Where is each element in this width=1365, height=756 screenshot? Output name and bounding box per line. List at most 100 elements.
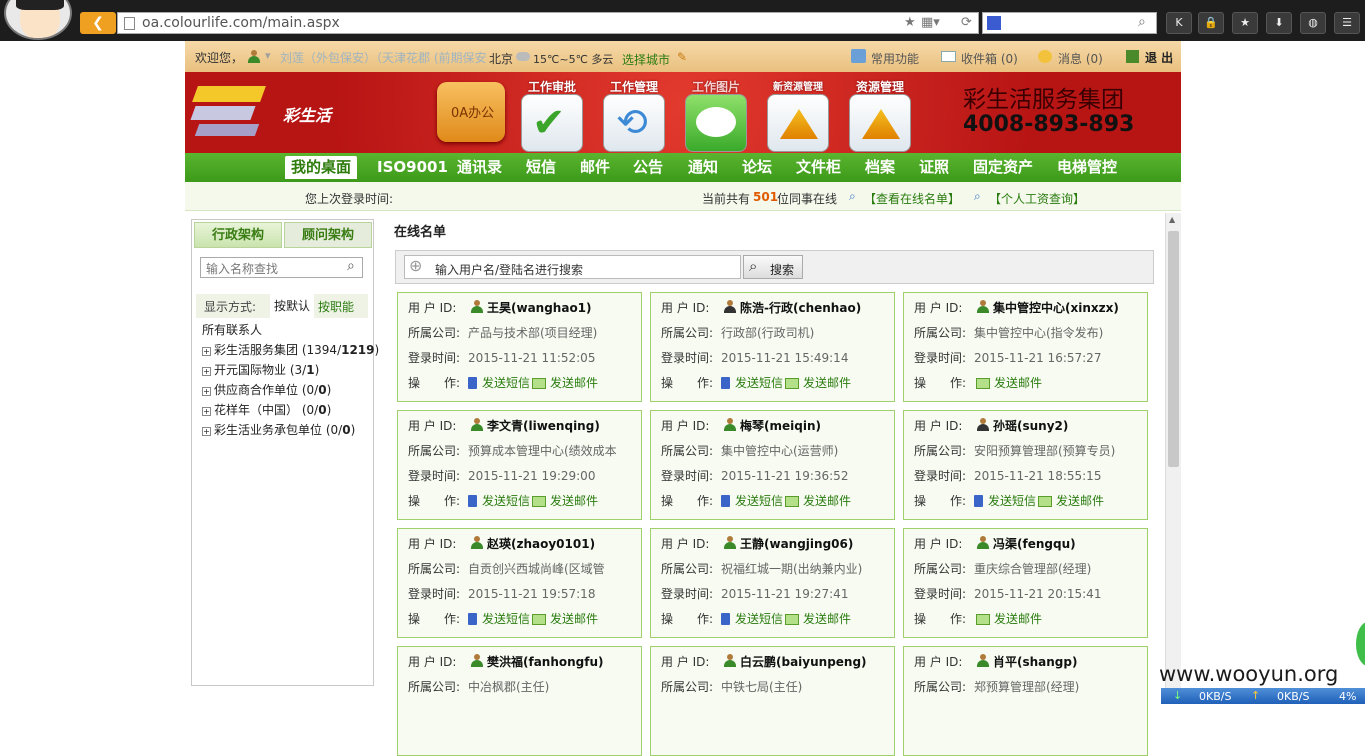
dropdown-icon[interactable]: ▾ xyxy=(265,49,271,62)
send-mail-link[interactable]: 发送邮件 xyxy=(550,376,598,390)
lock-icon[interactable]: 🔒 xyxy=(1198,12,1224,34)
send-mail-link[interactable]: 发送邮件 xyxy=(803,612,851,626)
nav-file-cabinet[interactable]: 文件柜 xyxy=(796,156,841,179)
user-name[interactable]: 陈浩-行政(chenhao) xyxy=(740,301,861,315)
user-name[interactable]: 集中管控中心(xinxzx) xyxy=(993,301,1119,315)
send-sms-link[interactable]: 发送短信 xyxy=(735,376,783,390)
user-search-input[interactable]: ⊕ 输入用户名/登陆名进行搜索 xyxy=(404,255,741,279)
tree-node[interactable]: + 彩生活业务承包单位 (0/0) xyxy=(202,421,355,438)
user-name[interactable]: 肖平(shangp) xyxy=(993,655,1077,669)
nav-notice[interactable]: 通知 xyxy=(688,156,718,179)
expand-icon[interactable]: + xyxy=(202,427,211,436)
user-name[interactable]: 冯渠(fengqu) xyxy=(993,537,1076,551)
logout-link[interactable]: 退 出 xyxy=(1145,49,1173,66)
user-name[interactable]: 白云鹏(baiyunpeng) xyxy=(740,655,867,669)
send-sms-link[interactable]: 发送短信 xyxy=(482,494,530,508)
nav-contacts[interactable]: 通讯录 xyxy=(457,156,502,179)
star-icon[interactable]: ★ xyxy=(904,15,916,30)
expand-icon[interactable]: + xyxy=(202,387,211,396)
inbox-link[interactable]: 收件箱 (0) xyxy=(961,50,1018,67)
browser-toolbar: ❮ oa.colourlife.com/main.aspx ★ ▦▾ ⟳ ⌕ K… xyxy=(0,0,1365,41)
address-bar[interactable]: oa.colourlife.com/main.aspx ★ ▦▾ ⟳ xyxy=(117,12,979,34)
tree-node[interactable]: + 供应商合作单位 (0/0) xyxy=(202,381,331,398)
contact-search-input[interactable]: 输入名称查找 ⌕ xyxy=(200,257,363,278)
send-mail-link[interactable]: 发送邮件 xyxy=(1056,494,1104,508)
nav-announcement[interactable]: 公告 xyxy=(633,156,663,179)
send-mail-link[interactable]: 发送邮件 xyxy=(803,494,851,508)
send-mail-link[interactable]: 发送邮件 xyxy=(994,612,1042,626)
tree-node[interactable]: + 花样年（中国） (0/0) xyxy=(202,401,331,418)
user-name[interactable]: 樊洪福(fanhongfu) xyxy=(487,655,604,669)
sort-position-button[interactable]: 按职能 xyxy=(318,298,354,315)
send-mail-link[interactable]: 发送邮件 xyxy=(550,612,598,626)
choose-city-link[interactable]: 选择城市 xyxy=(622,51,670,68)
tab-advisor-structure[interactable]: 顾问架构 xyxy=(284,222,372,248)
nav-mail[interactable]: 邮件 xyxy=(580,156,610,179)
nav-my-desktop[interactable]: 我的桌面 xyxy=(285,156,358,179)
refresh-icon[interactable]: ⟳ xyxy=(961,15,972,30)
search-button[interactable]: ⌕ 搜索 xyxy=(743,255,803,279)
search-icon[interactable]: ⌕ xyxy=(1138,14,1146,30)
expand-icon[interactable]: + xyxy=(202,367,211,376)
vertical-scrollbar[interactable]: ▲ xyxy=(1165,213,1181,704)
floating-widget-icon[interactable] xyxy=(1356,622,1365,666)
send-sms-link[interactable]: 发送短信 xyxy=(482,612,530,626)
nav-forum[interactable]: 论坛 xyxy=(742,156,772,179)
oa-office-button[interactable]: 0A办公 xyxy=(437,82,505,142)
send-sms-link[interactable]: 发送短信 xyxy=(988,494,1036,508)
send-sms-link[interactable]: 发送短信 xyxy=(482,376,530,390)
tool-new-resource[interactable]: 新资源管理 xyxy=(765,76,831,154)
expand-icon[interactable]: + xyxy=(202,407,211,416)
user-name[interactable]: 王昊(wanghao1) xyxy=(487,301,592,315)
send-sms-link[interactable]: 发送短信 xyxy=(735,612,783,626)
nav-archive[interactable]: 档案 xyxy=(865,156,895,179)
menu-icon[interactable]: ☰ xyxy=(1334,12,1360,34)
tree-node[interactable]: + 彩生活服务集团 (1394/1219) xyxy=(202,341,379,358)
nav-elevator[interactable]: 电梯管控 xyxy=(1057,156,1117,179)
send-mail-link[interactable]: 发送邮件 xyxy=(994,376,1042,390)
view-online-link[interactable]: 【查看在线名单】 xyxy=(864,190,960,207)
nav-iso9001[interactable]: ISO9001 xyxy=(377,156,448,179)
send-mail-link[interactable]: 发送邮件 xyxy=(803,376,851,390)
last-login-label: 您上次登录时间: xyxy=(305,192,394,206)
nav-license[interactable]: 证照 xyxy=(919,156,949,179)
download-icon[interactable]: ⬇ xyxy=(1266,12,1292,34)
salary-query-link[interactable]: 【个人工资查询】 xyxy=(989,190,1085,207)
user-name[interactable]: 梅琴(meiqin) xyxy=(740,419,821,433)
game-icon[interactable]: ◍ xyxy=(1300,12,1326,34)
tab-admin-structure[interactable]: 行政架构 xyxy=(194,222,282,248)
nav-sms[interactable]: 短信 xyxy=(526,156,556,179)
k-extension-icon[interactable]: K xyxy=(1166,12,1192,34)
sort-default-button[interactable]: 按默认 xyxy=(270,294,315,318)
send-sms-link[interactable]: 发送短信 xyxy=(735,494,783,508)
tool-work-management[interactable]: 工作管理 ⟲ xyxy=(601,76,667,154)
expand-icon[interactable]: + xyxy=(202,347,211,356)
scrollbar-thumb[interactable] xyxy=(1168,231,1179,467)
user-name-link[interactable]: 刘莲（外包保安）（天津花郡 (前期保安 xyxy=(280,49,492,66)
all-contacts-label[interactable]: 所有联系人 xyxy=(202,321,262,338)
nav-fixed-assets[interactable]: 固定资产 xyxy=(973,156,1033,179)
profile-avatar[interactable] xyxy=(4,0,72,40)
search-icon[interactable]: ⌕ xyxy=(347,258,355,274)
back-button[interactable]: ❮ xyxy=(80,12,116,34)
user-company: 预算成本管理中心(绩效成本 xyxy=(468,444,617,458)
tree-node[interactable]: + 开元国际物业 (3/1) xyxy=(202,361,319,378)
send-mail-link[interactable]: 发送邮件 xyxy=(550,494,598,508)
download-speed: 0KB/S xyxy=(1199,690,1232,703)
browser-search-box[interactable]: ⌕ xyxy=(982,12,1157,34)
tool-work-photos[interactable]: 工作图片 xyxy=(683,76,749,154)
user-name[interactable]: 赵瑛(zhaoy0101) xyxy=(487,537,595,551)
user-name[interactable]: 孙瑶(suny2) xyxy=(993,419,1068,433)
messages-link[interactable]: 消息 (0) xyxy=(1058,50,1103,67)
user-name[interactable]: 王静(wangjing06) xyxy=(740,537,853,551)
search-engine-icon[interactable] xyxy=(987,16,1001,30)
qr-icon[interactable]: ▦▾ xyxy=(921,15,940,30)
display-mode-bar: 显示方式: 按默认 按职能 xyxy=(196,294,368,318)
tool-approval[interactable]: 工作审批 ✔ xyxy=(519,76,585,154)
common-functions-link[interactable]: 常用功能 xyxy=(871,50,919,67)
user-name[interactable]: 李文青(liwenqing) xyxy=(487,419,600,433)
favorites-icon[interactable]: ★ xyxy=(1232,12,1258,34)
operation-label: 操 作: xyxy=(914,612,967,626)
tool-resource[interactable]: 资源管理 xyxy=(847,76,913,154)
scroll-up-icon[interactable]: ▲ xyxy=(1169,215,1175,224)
